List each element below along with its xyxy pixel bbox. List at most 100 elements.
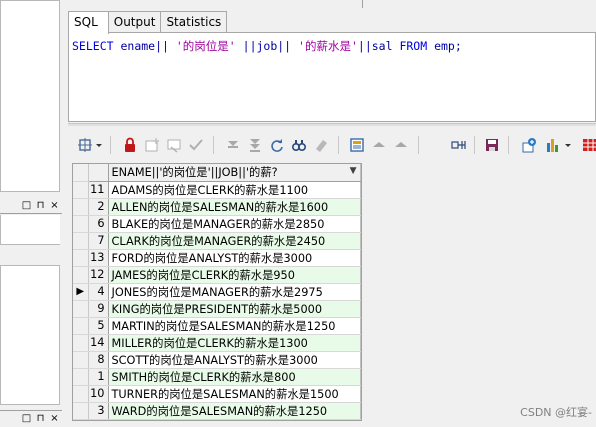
single-record-view-icon[interactable] — [348, 136, 366, 154]
pin-icon[interactable]: ⊓ — [35, 199, 46, 211]
table-row[interactable]: 14 MILLER的岗位是CLERK的薪水是1300 — [73, 334, 361, 352]
row-indicator[interactable] — [73, 334, 89, 352]
divider — [362, 0, 363, 8]
row-number[interactable]: 11 — [88, 181, 109, 199]
dropdown-icon[interactable] — [94, 136, 104, 154]
cell-value[interactable]: CLARK的岗位是MANAGER的薪水是2450 — [108, 232, 361, 250]
row-indicator[interactable] — [73, 385, 89, 403]
table-row[interactable]: 13 FORD的岗位是ANALYST的薪水是3000 — [73, 249, 361, 267]
grid-icon[interactable] — [580, 136, 596, 154]
row-indicator[interactable] — [73, 266, 89, 284]
table-row[interactable]: 2 ALLEN的岗位是SALESMAN的薪水是1600 — [73, 198, 361, 216]
cell-value[interactable]: JONES的岗位是MANAGER的薪水是2975 — [108, 283, 361, 301]
panel-pane-lower[interactable] — [0, 265, 60, 405]
row-number[interactable]: 12 — [88, 266, 109, 284]
row-number[interactable]: 14 — [88, 334, 109, 352]
table-row[interactable]: ▶ 4 JONES的岗位是MANAGER的薪水是2975 — [73, 283, 361, 301]
connection-icon[interactable] — [520, 136, 538, 154]
row-number[interactable]: 1 — [88, 368, 109, 386]
tab-output[interactable]: Output — [107, 11, 162, 33]
chart-dropdown-icon[interactable] — [563, 136, 573, 154]
cell-value[interactable]: FORD的岗位是ANALYST的薪水是3000 — [108, 249, 361, 267]
pin-icon[interactable]: ⊓ — [35, 412, 46, 424]
query-by-example-icon[interactable] — [76, 136, 94, 154]
row-indicator[interactable] — [73, 368, 89, 386]
row-indicator[interactable] — [73, 181, 89, 199]
row-number[interactable]: 6 — [88, 215, 109, 233]
sort-dropdown-icon[interactable]: ▼ — [350, 166, 357, 176]
row-number[interactable]: 10 — [88, 385, 109, 403]
table-row[interactable]: 12 JAMES的岗位是CLERK的薪水是950 — [73, 266, 361, 284]
table-row[interactable]: 7 CLARK的岗位是MANAGER的薪水是2450 — [73, 232, 361, 250]
sql-text[interactable]: SELECT ename|| '的岗位是' ||job|| '的薪水是'||sa… — [72, 38, 462, 54]
sql-expression: ||sal — [357, 39, 400, 53]
row-number[interactable]: 3 — [88, 402, 109, 420]
table-row[interactable]: 10 TURNER的岗位是SALESMAN的薪水是1500 — [73, 385, 361, 403]
sql-string: '的岗位是' — [175, 39, 236, 53]
row-indicator[interactable]: ▶ — [73, 283, 89, 301]
column-header-label: ENAME||'的岗位是'||JOB||'的薪? — [111, 166, 278, 180]
cell-value[interactable]: SMITH的岗位是CLERK的薪水是800 — [108, 368, 361, 386]
save-icon[interactable] — [483, 136, 501, 154]
row-indicator[interactable] — [73, 249, 89, 267]
cell-value[interactable]: ALLEN的岗位是SALESMAN的薪水是1600 — [108, 198, 361, 216]
row-number[interactable]: 8 — [88, 351, 109, 369]
table-row[interactable]: 3 WARD的岗位是SALESMAN的薪水是1250 — [73, 402, 361, 420]
clear-icon[interactable] — [312, 136, 330, 154]
row-indicator[interactable] — [73, 351, 89, 369]
row-number[interactable]: 2 — [88, 198, 109, 216]
column-header[interactable]: ENAME||'的岗位是'||JOB||'的薪? ▼ — [108, 164, 361, 182]
row-number[interactable]: 9 — [88, 300, 109, 318]
row-number[interactable]: 4 — [88, 283, 109, 301]
previous-record-icon[interactable] — [370, 136, 388, 154]
cell-value[interactable]: ADAMS的岗位是CLERK的薪水是1100 — [108, 181, 361, 199]
row-indicator[interactable] — [73, 402, 89, 420]
sql-editor[interactable]: SELECT ename|| '的岗位是' ||job|| '的薪水是'||sa… — [68, 32, 596, 122]
table-row[interactable]: 1 SMITH的岗位是CLERK的薪水是800 — [73, 368, 361, 386]
row-indicator[interactable] — [73, 215, 89, 233]
grid-body: 11 ADAMS的岗位是CLERK的薪水是1100 2 ALLEN的岗位是SALESM… — [73, 181, 361, 420]
refresh-icon[interactable] — [268, 136, 286, 154]
table-row[interactable]: 9 KING的岗位是PRESIDENT的薪水是5000 — [73, 300, 361, 318]
close-icon[interactable]: × — [49, 199, 60, 211]
row-indicator[interactable] — [73, 317, 89, 335]
export-icon[interactable] — [450, 136, 468, 154]
grid-corner — [88, 164, 109, 182]
results-grid[interactable]: ENAME||'的岗位是'||JOB||'的薪? ▼ 11 ADAMS的岗位是CL… — [72, 163, 362, 421]
tab-statistics[interactable]: Statistics — [160, 11, 228, 33]
tab-sql[interactable]: SQL — [68, 11, 109, 34]
cell-value[interactable]: SCOTT的岗位是ANALYST的薪水是3000 — [108, 351, 361, 369]
lock-icon[interactable] — [121, 136, 139, 154]
panel-pane[interactable] — [0, 215, 60, 245]
row-number[interactable]: 7 — [88, 232, 109, 250]
cell-value[interactable]: JAMES的岗位是CLERK的薪水是950 — [108, 266, 361, 284]
row-number[interactable]: 5 — [88, 317, 109, 335]
next-record-icon[interactable] — [392, 136, 410, 154]
next-page-icon[interactable] — [224, 136, 242, 154]
cell-value[interactable]: MARTIN的岗位是SALESMAN的薪水是1250 — [108, 317, 361, 335]
table-row[interactable]: 11 ADAMS的岗位是CLERK的薪水是1100 — [73, 181, 361, 199]
restore-icon[interactable]: □ — [21, 199, 32, 211]
cell-value[interactable]: MILLER的岗位是CLERK的薪水是1300 — [108, 334, 361, 352]
cell-value[interactable]: KING的岗位是PRESIDENT的薪水是5000 — [108, 300, 361, 318]
table-row[interactable]: 6 BLAKE的岗位是MANAGER的薪水是2850 — [73, 215, 361, 233]
cell-value[interactable]: TURNER的岗位是SALESMAN的薪水是1500 — [108, 385, 361, 403]
cell-value[interactable]: WARD的岗位是SALESMAN的薪水是1250 — [108, 402, 361, 420]
row-indicator[interactable] — [73, 198, 89, 216]
find-icon[interactable] — [290, 136, 308, 154]
cell-value[interactable]: BLAKE的岗位是MANAGER的薪水是2850 — [108, 215, 361, 233]
table-row[interactable]: 8 SCOTT的岗位是ANALYST的薪水是3000 — [73, 351, 361, 369]
close-icon[interactable]: × — [49, 412, 60, 424]
last-page-icon[interactable] — [246, 136, 264, 154]
object-browser-pane[interactable] — [0, 0, 60, 192]
splitter[interactable] — [68, 123, 596, 126]
post-changes-icon[interactable] — [187, 136, 205, 154]
chart-icon[interactable] — [544, 136, 562, 154]
restore-icon[interactable]: □ — [21, 412, 32, 424]
row-indicator[interactable] — [73, 300, 89, 318]
table-row[interactable]: 5 MARTIN的岗位是SALESMAN的薪水是1250 — [73, 317, 361, 335]
insert-record-icon[interactable] — [143, 136, 161, 154]
row-indicator[interactable] — [73, 232, 89, 250]
row-number[interactable]: 13 — [88, 249, 109, 267]
delete-record-icon[interactable] — [165, 136, 183, 154]
